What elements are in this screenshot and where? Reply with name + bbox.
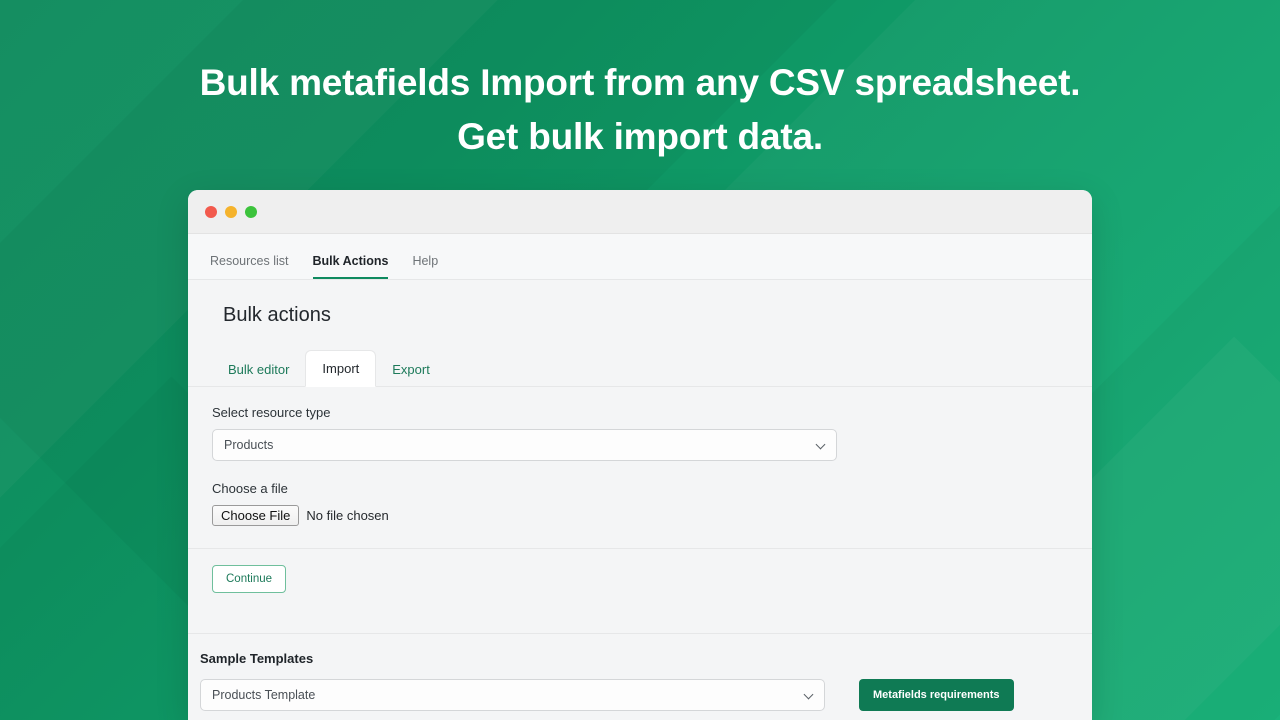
resource-type-select[interactable]: Products — [212, 429, 837, 461]
hero-headline-line-1: Bulk metafields Import from any CSV spre… — [199, 62, 1081, 103]
window-titlebar — [188, 190, 1092, 234]
tab-import[interactable]: Import — [305, 350, 377, 387]
sample-templates-section: Sample Templates Products Template Metaf… — [188, 634, 1092, 711]
nav-item-help[interactable]: Help — [412, 254, 438, 279]
hero-headline: Bulk metafields Import from any CSV spre… — [0, 56, 1280, 164]
bulk-actions-tab-row: Bulk editor Import Export — [188, 327, 1092, 387]
file-upload-row: Choose a file Choose File No file chosen — [212, 481, 1092, 526]
resource-type-select-wrapper: Products — [212, 429, 837, 461]
app-top-navigation: Resources list Bulk Actions Help — [188, 234, 1092, 280]
template-select[interactable]: Products Template — [200, 679, 825, 711]
main-content: Bulk actions Bulk editor Import Export S… — [188, 280, 1092, 711]
browser-window-mockup: Resources list Bulk Actions Help Bulk ac… — [188, 190, 1092, 720]
sample-templates-heading: Sample Templates — [200, 651, 314, 666]
page-title: Bulk actions — [223, 304, 331, 326]
templates-row: Products Template Metafields requirement… — [200, 679, 1092, 711]
continue-button[interactable]: Continue — [212, 565, 287, 593]
tab-bulk-editor[interactable]: Bulk editor — [212, 352, 305, 387]
choose-file-label: Choose a file — [212, 481, 288, 496]
file-status-text: No file chosen — [306, 508, 389, 523]
minimize-dot-icon[interactable] — [225, 205, 237, 218]
nav-item-resources-list[interactable]: Resources list — [210, 254, 289, 279]
close-dot-icon[interactable] — [205, 205, 217, 218]
file-input[interactable]: Choose File No file chosen — [212, 505, 1092, 526]
continue-row: Continue — [188, 549, 1092, 611]
hero-headline-line-2: Get bulk import data. — [457, 116, 823, 157]
choose-file-button[interactable]: Choose File — [212, 505, 300, 526]
tab-export[interactable]: Export — [376, 352, 446, 387]
import-form: Select resource type Products Choose a f… — [188, 387, 1092, 549]
template-select-wrapper: Products Template — [200, 679, 825, 711]
resource-type-label: Select resource type — [212, 405, 331, 420]
nav-item-bulk-actions[interactable]: Bulk Actions — [312, 254, 389, 279]
metafields-requirements-button[interactable]: Metafields requirements — [859, 679, 1014, 711]
maximize-dot-icon[interactable] — [245, 205, 257, 218]
